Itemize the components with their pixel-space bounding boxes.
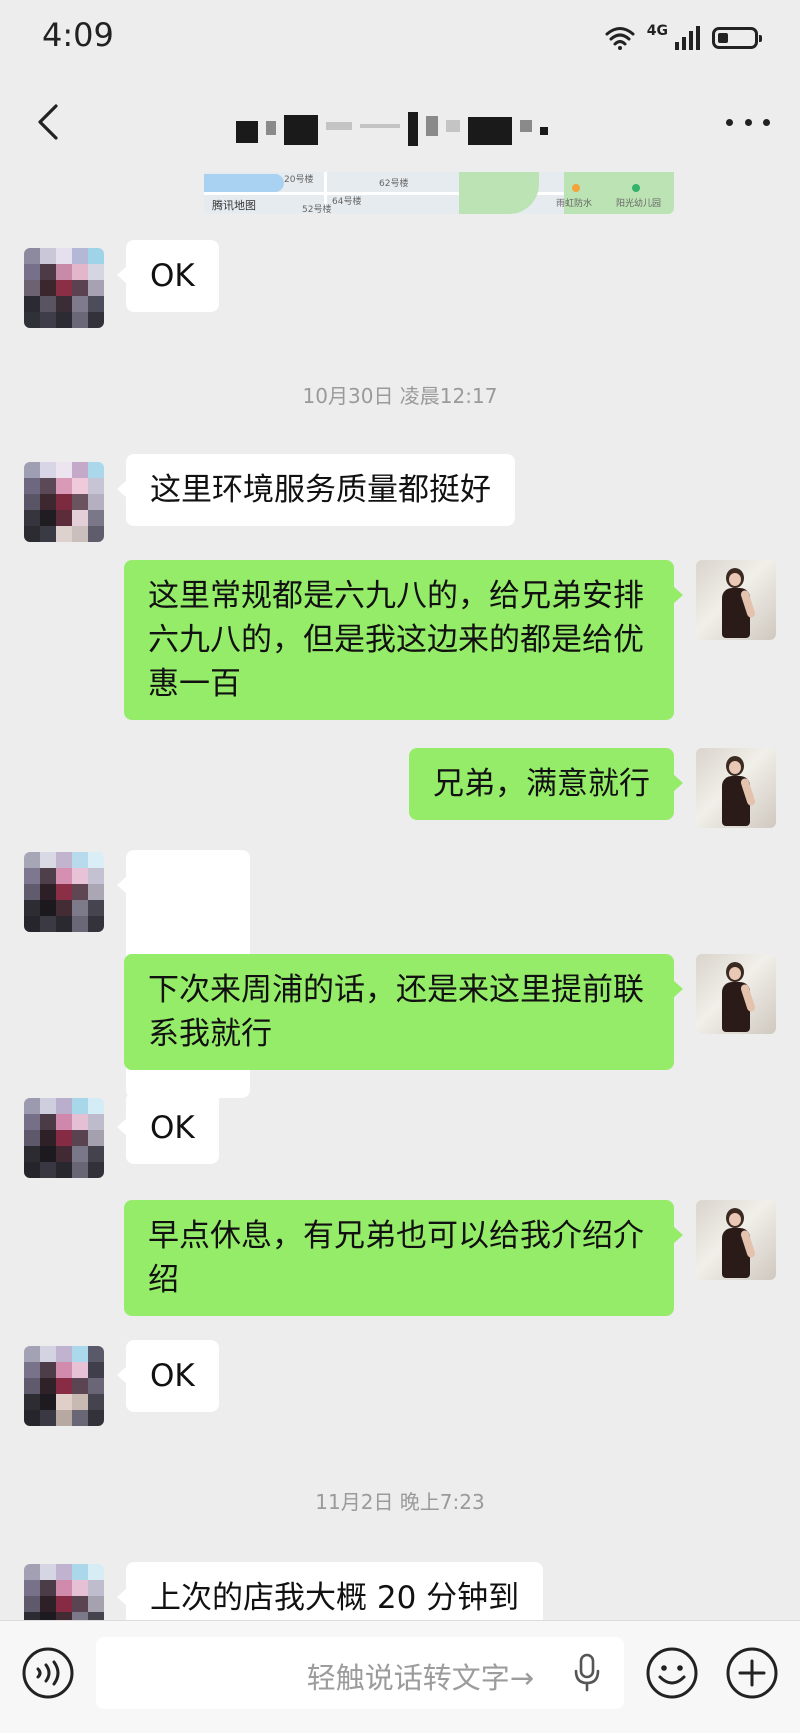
voice-mode-icon[interactable] (20, 1645, 76, 1701)
avatar-pixelated (24, 248, 104, 328)
contact-avatar[interactable] (24, 1346, 104, 1426)
location-map-card[interactable]: 20号楼 62号楼 64号楼 52号楼 雨虹防水 阳光幼儿园 腾讯地图 (204, 172, 674, 214)
user-avatar[interactable] (696, 1200, 776, 1280)
map-brand-label: 腾讯地图 (212, 199, 256, 212)
message-bubble-outgoing[interactable]: 下次来周浦的话，还是来这里提前联系我就行 (124, 954, 683, 1070)
chat-title-redacted (236, 106, 566, 146)
avatar-pixelated (24, 1098, 104, 1178)
map-poi-marker (632, 184, 640, 192)
nav-bar (0, 76, 800, 172)
wifi-icon (605, 27, 635, 50)
message-timestamp: 11月2日 晚上7:23 (315, 1490, 485, 1514)
contact-avatar[interactable] (24, 852, 104, 932)
avatar-pixelated (24, 1346, 104, 1426)
emoji-icon[interactable] (644, 1645, 700, 1701)
user-avatar-photo (696, 560, 776, 640)
message-bubble-incoming[interactable]: OK (117, 1092, 219, 1164)
chat-input-bar: 轻触说话转文字→ (0, 1620, 800, 1733)
user-avatar[interactable] (696, 954, 776, 1034)
message-bubble-outgoing[interactable]: 早点休息，有兄弟也可以给我介绍介绍 (124, 1200, 683, 1316)
network-type-label: 4G (646, 23, 668, 39)
status-bar: 4:09 4G (0, 0, 800, 76)
battery-level (718, 33, 728, 43)
map-poi-marker (572, 184, 580, 192)
avatar-pixelated (24, 1564, 104, 1620)
voice-hint-text: 轻触说话转文字→ (306, 1661, 534, 1695)
battery-icon (712, 27, 762, 49)
chat-screen: 4:09 4G 20号楼 62号楼 64号楼 52号楼 雨虹防水 阳光幼儿园 腾… (0, 0, 800, 1733)
message-bubble-incoming[interactable]: 上次的店我大概 20 分钟到 (116, 1562, 544, 1620)
message-bubble-outgoing[interactable]: 兄弟，满意就行 (409, 748, 683, 820)
microphone-icon (574, 1653, 600, 1692)
avatar-pixelated (24, 462, 104, 542)
contact-avatar[interactable] (24, 1564, 104, 1620)
message-list: 20号楼 62号楼 64号楼 52号楼 雨虹防水 阳光幼儿园 腾讯地图 OK 1… (0, 172, 800, 1620)
message-bubble-outgoing[interactable]: 这里常规都是六九八的，给兄弟安排六九八的，但是我这边来的都是给优惠一百 (124, 560, 683, 720)
status-time: 4:09 (42, 16, 114, 54)
status-icons: 4G (605, 20, 762, 56)
message-bubble-incoming[interactable]: 这里环境服务质量都挺好 (117, 454, 515, 526)
user-avatar[interactable] (696, 560, 776, 640)
map-label: 20号楼 (284, 175, 314, 185)
message-bubble-incoming[interactable]: OK (117, 240, 219, 312)
map-label: 52号楼 (302, 205, 332, 214)
user-avatar-photo (696, 954, 776, 1034)
message-bubble-incoming[interactable]: OK (117, 1340, 219, 1412)
user-avatar[interactable] (696, 748, 776, 828)
voice-to-text-button[interactable]: 轻触说话转文字→ (96, 1637, 624, 1709)
signal-icon (675, 26, 700, 50)
user-avatar-photo (696, 1200, 776, 1280)
avatar-pixelated (24, 852, 104, 932)
map-label: 64号楼 (332, 197, 362, 207)
contact-avatar[interactable] (24, 248, 104, 328)
map-label: 雨虹防水 (556, 199, 593, 209)
plus-icon[interactable] (724, 1645, 780, 1701)
message-timestamp: 10月30日 凌晨12:17 (302, 384, 498, 408)
contact-avatar[interactable] (24, 1098, 104, 1178)
map-label: 62号楼 (379, 179, 409, 189)
chevron-left-icon[interactable] (26, 98, 74, 146)
contact-avatar[interactable] (24, 462, 104, 542)
more-dots-icon[interactable] (726, 110, 770, 134)
user-avatar-photo (696, 748, 776, 828)
map-label: 阳光幼儿园 (616, 199, 662, 209)
